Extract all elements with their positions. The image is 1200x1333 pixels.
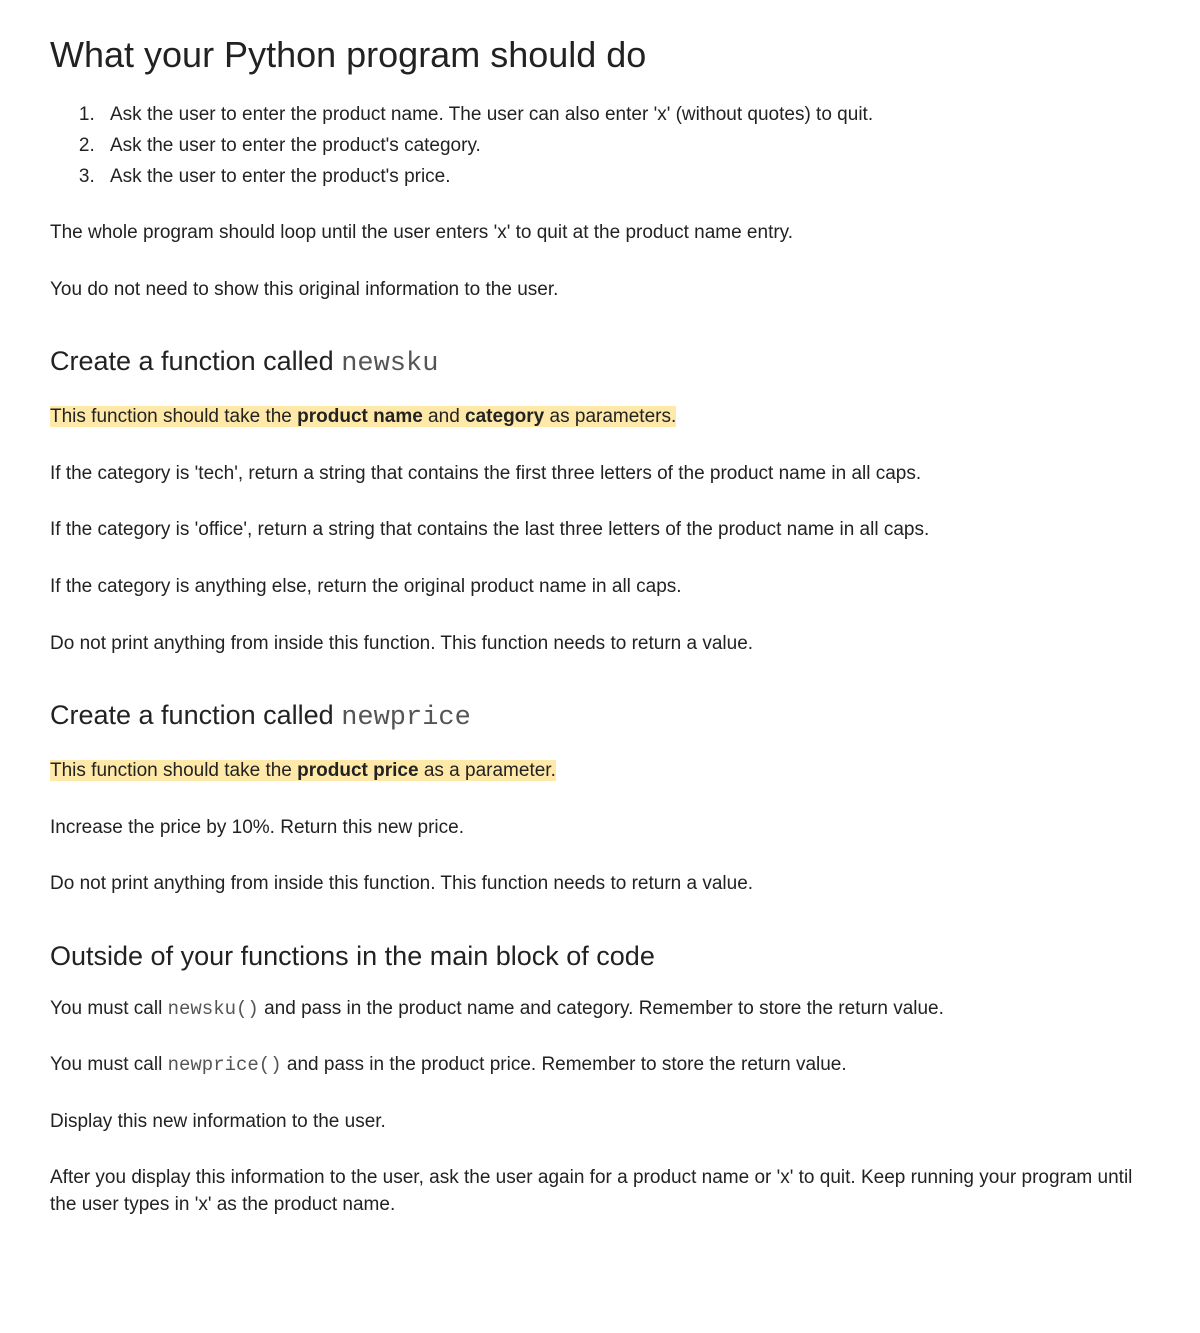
text: and pass in the product price. Remember … (282, 1054, 847, 1075)
section-heading: Outside of your functions in the main bl… (50, 938, 1150, 976)
bold-text: product price (297, 760, 418, 781)
instruction-list: Ask the user to enter the product name. … (100, 102, 1150, 190)
paragraph: You must call newprice() and pass in the… (50, 1052, 1150, 1079)
paragraph: You must call newsku() and pass in the p… (50, 996, 1150, 1023)
paragraph-highlighted: This function should take the product pr… (50, 758, 1150, 785)
paragraph: Do not print anything from inside this f… (50, 631, 1150, 658)
code-inline: newsku() (168, 998, 259, 1020)
paragraph-highlighted: This function should take the product na… (50, 404, 1150, 431)
code-inline: newsku (341, 349, 438, 379)
paragraph: After you display this information to th… (50, 1165, 1150, 1218)
highlight-span: This function should take the product na… (50, 406, 676, 427)
text: and pass in the product name and categor… (259, 998, 944, 1019)
bold-text: product name (297, 406, 423, 427)
list-item: Ask the user to enter the product's pric… (100, 164, 1150, 191)
paragraph: Display this new information to the user… (50, 1109, 1150, 1136)
section-newprice: Create a function called newprice This f… (50, 697, 1150, 898)
code-inline: newprice (341, 703, 471, 733)
paragraph: You do not need to show this original in… (50, 277, 1150, 304)
highlight-span: This function should take the product pr… (50, 760, 556, 781)
paragraph: If the category is 'office', return a st… (50, 517, 1150, 544)
section-heading: Create a function called newsku (50, 343, 1150, 384)
list-item: Ask the user to enter the product name. … (100, 102, 1150, 129)
paragraph: The whole program should loop until the … (50, 220, 1150, 247)
paragraph: If the category is anything else, return… (50, 574, 1150, 601)
paragraph: Do not print anything from inside this f… (50, 871, 1150, 898)
page-title: What your Python program should do (50, 30, 1150, 80)
paragraph: Increase the price by 10%. Return this n… (50, 815, 1150, 842)
text: and (423, 406, 465, 427)
text: This function should take the (50, 406, 297, 427)
text: This function should take the (50, 760, 297, 781)
text: as parameters. (544, 406, 676, 427)
section-heading: Create a function called newprice (50, 697, 1150, 738)
text: as a parameter. (419, 760, 556, 781)
code-inline: newprice() (168, 1054, 282, 1076)
heading-text: Create a function called (50, 700, 341, 730)
list-item: Ask the user to enter the product's cate… (100, 133, 1150, 160)
text: You must call (50, 1054, 168, 1075)
text: You must call (50, 998, 168, 1019)
section-main-block: Outside of your functions in the main bl… (50, 938, 1150, 1219)
paragraph: If the category is 'tech', return a stri… (50, 461, 1150, 488)
heading-text: Create a function called (50, 346, 341, 376)
bold-text: category (465, 406, 544, 427)
section-newsku: Create a function called newsku This fun… (50, 343, 1150, 657)
